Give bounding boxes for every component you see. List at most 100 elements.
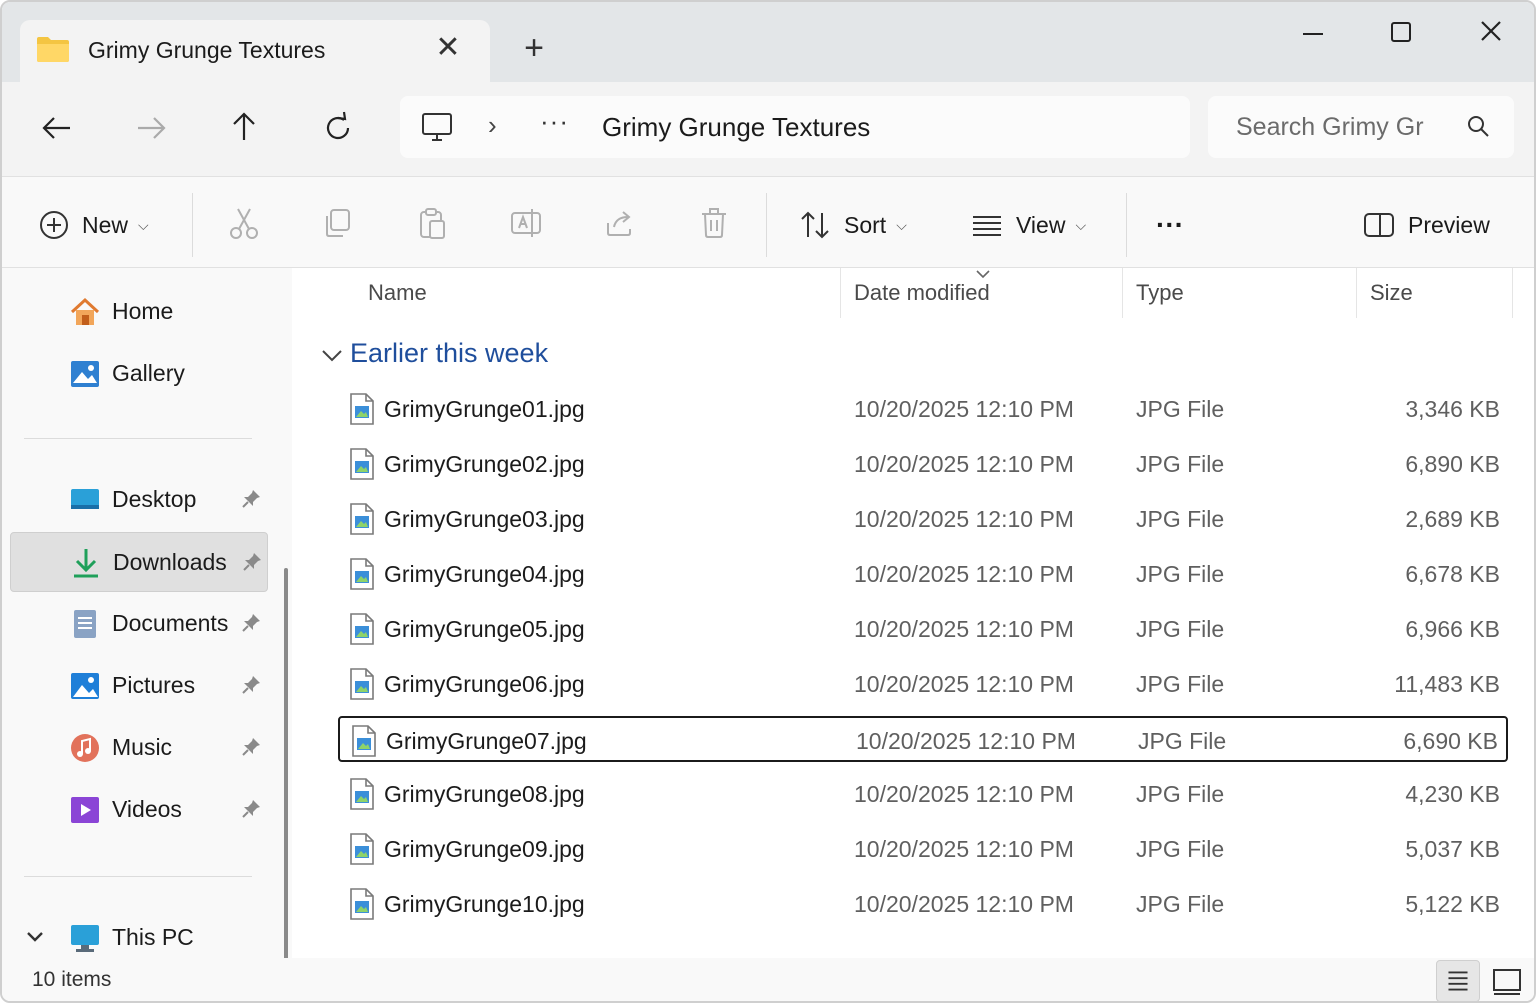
forward-arrow-icon[interactable] [130, 106, 174, 150]
column-header-name[interactable]: Name [368, 280, 427, 306]
file-row[interactable]: GrimyGrunge05.jpg 10/20/2025 12:10 PM JPG … [338, 606, 1508, 652]
monitor-icon [422, 113, 452, 141]
sidebar-item-gallery[interactable]: Gallery [10, 344, 268, 404]
delete-icon[interactable] [696, 205, 732, 241]
column-divider[interactable] [1122, 268, 1123, 318]
chevron-down-icon: ⌵ [896, 216, 907, 233]
column-divider[interactable] [1512, 268, 1513, 318]
breadcrumb-separator[interactable]: › [488, 110, 497, 141]
desktop-icon [71, 489, 99, 509]
column-divider[interactable] [840, 268, 841, 318]
share-icon[interactable] [602, 205, 638, 241]
sidebar-item-label: Music [112, 734, 173, 760]
copy-icon[interactable] [320, 205, 356, 241]
divider [192, 193, 193, 257]
file-row[interactable]: GrimyGrunge03.jpg 10/20/2025 12:10 PM JPG … [338, 496, 1508, 542]
maximize-button[interactable] [1378, 14, 1424, 54]
sidebar-scrollbar[interactable] [284, 568, 288, 966]
file-row[interactable]: GrimyGrunge02.jpg 10/20/2025 12:10 PM JPG … [338, 441, 1508, 487]
chevron-down-icon[interactable] [320, 348, 344, 364]
file-type: JPG File [1138, 728, 1227, 754]
sidebar-item-documents[interactable]: Documents [10, 594, 268, 654]
sidebar-item-desktop[interactable]: Desktop [10, 470, 268, 530]
file-row[interactable]: GrimyGrunge07.jpg 10/20/2025 12:10 PM JPG … [338, 716, 1508, 762]
pin-icon[interactable] [240, 674, 262, 696]
tab-grimy-grunge-textures[interactable]: Grimy Grunge Textures ✕ [20, 20, 490, 82]
file-row[interactable]: GrimyGrunge06.jpg 10/20/2025 12:10 PM JPG … [338, 661, 1508, 707]
new-button[interactable]: New ⌵ [38, 205, 149, 245]
item-count: 10 items [32, 968, 112, 991]
column-header-date-modified[interactable]: Date modified [854, 280, 990, 306]
file-name: GrimyGrunge08.jpg [384, 781, 585, 807]
document-icon [74, 610, 96, 638]
pin-icon[interactable] [240, 798, 262, 820]
refresh-icon[interactable] [316, 106, 360, 150]
file-name: GrimyGrunge07.jpg [386, 728, 587, 754]
file-type: JPG File [1136, 506, 1225, 532]
file-row[interactable]: GrimyGrunge09.jpg 10/20/2025 12:10 PM JPG … [338, 826, 1508, 872]
breadcrumb-overflow[interactable]: ··· [540, 106, 569, 137]
sidebar-item-label: Home [112, 298, 174, 324]
back-arrow-icon[interactable] [36, 106, 80, 150]
pin-icon[interactable] [241, 551, 263, 573]
search-box[interactable]: Search Grimy Gr [1208, 96, 1514, 158]
file-size: 6,966 KB [1405, 616, 1500, 642]
jpg-file-icon [350, 558, 374, 590]
file-row[interactable]: GrimyGrunge04.jpg 10/20/2025 12:10 PM JPG … [338, 551, 1508, 597]
address-bar[interactable]: › ··· Grimy Grunge Textures [400, 96, 1190, 158]
sidebar-item-videos[interactable]: Videos [10, 780, 268, 840]
file-size: 6,690 KB [1403, 728, 1498, 754]
videos-icon [71, 797, 99, 823]
sort-label: Sort [844, 211, 887, 238]
file-row[interactable]: GrimyGrunge10.jpg 10/20/2025 12:10 PM JPG … [338, 881, 1508, 927]
column-divider[interactable] [1356, 268, 1357, 318]
column-header-size[interactable]: Size [1370, 280, 1413, 306]
file-type: JPG File [1136, 671, 1225, 697]
cut-icon[interactable] [226, 205, 262, 241]
jpg-file-icon [350, 888, 374, 920]
sidebar-divider [24, 876, 252, 877]
file-size: 5,037 KB [1405, 836, 1500, 862]
file-row[interactable]: GrimyGrunge08.jpg 10/20/2025 12:10 PM JPG … [338, 771, 1508, 817]
new-tab-button[interactable]: + [516, 30, 552, 66]
group-header[interactable]: Earlier this week [350, 338, 548, 369]
file-list: Name Date modified Type Size Earlier thi… [302, 268, 1534, 958]
pin-icon[interactable] [240, 736, 262, 758]
pictures-icon [71, 673, 99, 699]
chevron-down-icon[interactable] [24, 928, 46, 946]
sidebar-item-music[interactable]: Music [10, 718, 268, 778]
file-date-modified: 10/20/2025 12:10 PM [854, 891, 1074, 917]
up-arrow-icon[interactable] [222, 106, 266, 150]
search-icon[interactable] [1466, 114, 1492, 140]
search-input[interactable]: Search Grimy Gr [1236, 113, 1436, 142]
file-name: GrimyGrunge09.jpg [384, 836, 585, 862]
close-window-button[interactable] [1468, 14, 1514, 54]
sidebar-item-home[interactable]: Home [10, 282, 268, 342]
divider [766, 193, 767, 257]
title-bar: Grimy Grunge Textures ✕ + [2, 2, 1534, 82]
paste-icon[interactable] [414, 205, 450, 241]
preview-button[interactable]: Preview [1362, 205, 1490, 245]
jpg-file-icon [350, 393, 374, 425]
sort-button[interactable]: Sort ⌵ [798, 205, 907, 245]
command-bar: New ⌵ Sort ⌵ View ⌵ ··· Preview [2, 176, 1534, 268]
view-button[interactable]: View ⌵ [970, 205, 1086, 245]
large-icons-view-icon[interactable] [1486, 960, 1530, 1002]
breadcrumb-current-folder[interactable]: Grimy Grunge Textures [602, 112, 870, 143]
music-icon [71, 734, 99, 762]
minimize-button[interactable] [1290, 14, 1336, 54]
pin-icon[interactable] [240, 612, 262, 634]
details-view-icon[interactable] [1436, 960, 1480, 1002]
tab-close-button[interactable]: ✕ [432, 32, 464, 64]
column-header-type[interactable]: Type [1136, 280, 1184, 306]
sidebar-item-downloads[interactable]: Downloads [10, 532, 268, 592]
more-options-button[interactable]: ··· [1156, 205, 1184, 245]
sidebar-item-pictures[interactable]: Pictures [10, 656, 268, 716]
pin-icon[interactable] [240, 488, 262, 510]
folder-icon [37, 37, 69, 62]
file-date-modified: 10/20/2025 12:10 PM [854, 561, 1074, 587]
file-size: 2,689 KB [1405, 506, 1500, 532]
rename-icon[interactable] [508, 205, 544, 241]
file-row[interactable]: GrimyGrunge01.jpg 10/20/2025 12:10 PM JPG … [338, 386, 1508, 432]
file-type: JPG File [1136, 561, 1225, 587]
